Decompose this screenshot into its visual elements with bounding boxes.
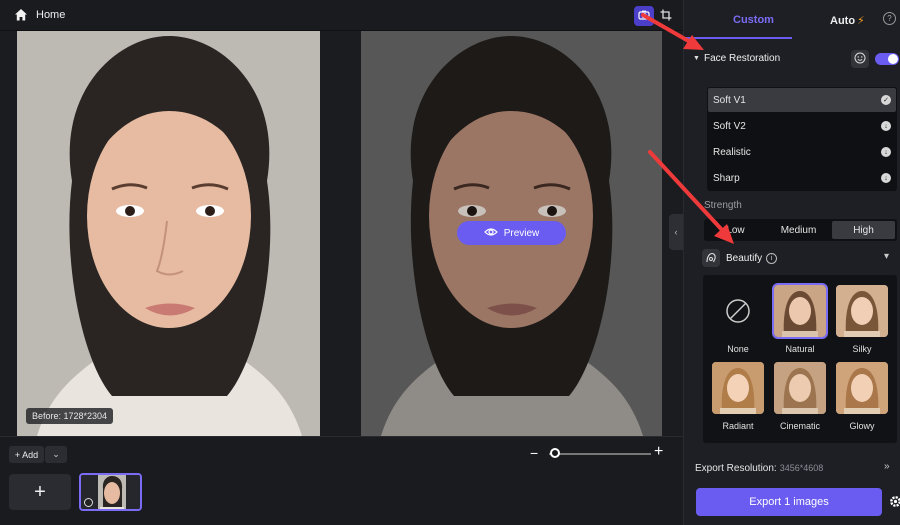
- style-label: Radiant: [722, 421, 754, 431]
- model-item-realistic[interactable]: Realistic ↓: [708, 140, 896, 164]
- tab-auto-label: Auto: [830, 15, 856, 27]
- style-label: Cinematic: [779, 421, 820, 431]
- style-thumbnail: [836, 362, 888, 414]
- export-resolution-value: 3456*4608: [779, 463, 824, 473]
- model-item-sharp[interactable]: Sharp ↓: [708, 166, 896, 190]
- face-detect-button[interactable]: [851, 50, 869, 68]
- style-thumbnail: [712, 362, 764, 414]
- help-icon[interactable]: ?: [883, 12, 896, 25]
- tab-custom[interactable]: Custom: [733, 14, 774, 26]
- model-label: Realistic: [713, 146, 751, 158]
- add-image-tile[interactable]: +: [9, 474, 71, 510]
- plus-icon: +: [34, 480, 46, 503]
- download-icon[interactable]: ↓: [881, 121, 891, 131]
- style-label: Natural: [785, 344, 815, 354]
- restoration-model-list: Soft V1 ✓ Soft V2 ↓ Realistic ↓ Sharp ↓: [707, 87, 897, 191]
- export-resolution[interactable]: Export Resolution: 3456*4608: [695, 463, 823, 474]
- active-tab-indicator: [684, 37, 792, 39]
- bolt-icon: ⚡: [857, 15, 865, 27]
- add-button[interactable]: + Add: [9, 446, 44, 463]
- style-glowy[interactable]: Glowy: [836, 362, 888, 431]
- model-item-soft-v1[interactable]: Soft V1 ✓: [708, 88, 896, 112]
- eye-icon: [483, 227, 498, 240]
- clock-icon: [84, 498, 93, 507]
- before-image: Before: 1728*2304: [17, 31, 320, 436]
- image-canvas: Before: 1728*2304 Preview ‹: [0, 31, 683, 436]
- beautify-title[interactable]: Beautify: [726, 253, 762, 264]
- zoom-in-icon[interactable]: +: [654, 443, 663, 461]
- strength-low[interactable]: Low: [704, 219, 767, 241]
- check-icon: ✓: [881, 95, 891, 105]
- style-thumbnail: [772, 283, 828, 339]
- home-icon[interactable]: [14, 8, 28, 22]
- export-resolution-label: Export Resolution:: [695, 463, 777, 474]
- bottom-toolbar: + Add ⌄ − + +: [0, 436, 683, 525]
- preview-button[interactable]: Preview: [457, 221, 566, 245]
- none-icon: [712, 285, 764, 337]
- style-thumbnail: [774, 362, 826, 414]
- top-bar: Home: [0, 0, 683, 31]
- double-chevron-down-icon[interactable]: »: [884, 461, 890, 472]
- zoom-slider-handle[interactable]: [550, 448, 560, 458]
- style-none[interactable]: None: [712, 285, 764, 354]
- chevron-left-icon: ‹: [674, 227, 678, 237]
- add-label: Add: [22, 449, 39, 460]
- model-item-soft-v2[interactable]: Soft V2 ↓: [708, 114, 896, 138]
- crop-icon: [660, 9, 672, 24]
- strength-high[interactable]: High: [832, 221, 895, 239]
- crop-button[interactable]: [656, 6, 676, 26]
- info-icon[interactable]: i: [766, 253, 777, 264]
- face-restoration-title[interactable]: Face Restoration: [704, 53, 780, 64]
- tab-auto[interactable]: Auto ⚡: [830, 14, 865, 27]
- download-icon[interactable]: ↓: [881, 173, 891, 183]
- caret-down-icon[interactable]: ▼: [693, 55, 700, 62]
- export-button[interactable]: Export 1 images: [696, 488, 882, 516]
- settings-panel: Custom Auto ⚡ ? ▼ Face Restoration Soft V…: [683, 0, 900, 525]
- model-label: Sharp: [713, 172, 740, 184]
- chevron-down-icon: ⌄: [52, 449, 60, 459]
- model-label: Soft V2: [713, 120, 746, 132]
- beautify-style-grid: None Natural Silky Radiant Cinematic Glo…: [703, 275, 897, 443]
- download-icon[interactable]: ↓: [881, 147, 891, 157]
- style-label: Glowy: [849, 421, 875, 431]
- portrait-before-image: [17, 31, 320, 436]
- beautify-icon: [702, 249, 720, 267]
- strength-medium[interactable]: Medium: [767, 219, 830, 241]
- collapse-panel-button[interactable]: ‹: [669, 214, 683, 250]
- style-thumbnail: [836, 285, 888, 337]
- zoom-slider[interactable]: [549, 453, 651, 455]
- gear-icon[interactable]: [889, 495, 900, 508]
- mode-tabs: Custom Auto ⚡ ?: [684, 0, 900, 39]
- add-dropdown-button[interactable]: ⌄: [45, 446, 67, 463]
- style-label: Silky: [852, 344, 872, 354]
- zoom-out-icon[interactable]: −: [530, 445, 538, 461]
- model-label: Soft V1: [713, 94, 746, 106]
- smile-icon: [854, 52, 866, 67]
- before-size-badge: Before: 1728*2304: [26, 408, 114, 424]
- preview-label: Preview: [503, 227, 540, 239]
- style-silky[interactable]: Silky: [836, 285, 888, 354]
- style-radiant[interactable]: Radiant: [712, 362, 764, 431]
- image-thumbnail[interactable]: [79, 473, 142, 511]
- style-label: None: [727, 344, 749, 354]
- strength-label: Strength: [704, 200, 742, 211]
- chevron-down-icon[interactable]: ▾: [884, 251, 889, 262]
- home-link[interactable]: Home: [36, 9, 65, 21]
- compare-view-button[interactable]: [634, 6, 654, 26]
- camera-icon: [638, 9, 650, 24]
- style-cinematic[interactable]: Cinematic: [774, 362, 826, 431]
- style-natural[interactable]: Natural: [772, 283, 828, 354]
- strength-selector: Low Medium High: [704, 219, 897, 241]
- face-restoration-toggle[interactable]: [875, 53, 899, 65]
- plus-icon: +: [14, 449, 21, 460]
